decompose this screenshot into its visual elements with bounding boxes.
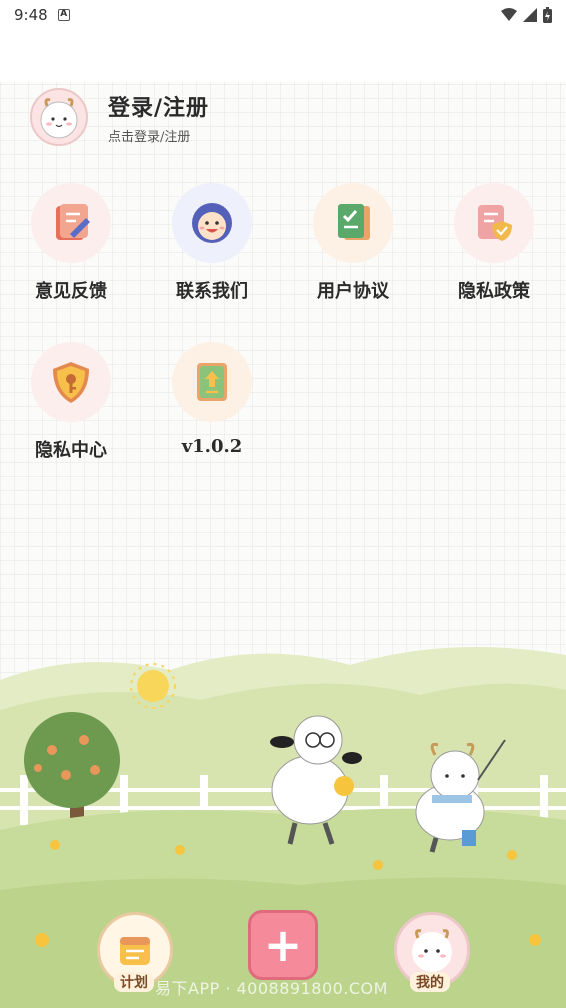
sheep-avatar-icon [40,98,78,139]
menu-label: 隐私政策 [458,281,530,302]
sheep-face-icon [412,929,452,972]
add-button[interactable]: + [248,910,318,980]
menu-item-agreement[interactable]: 用户协议 [298,183,408,303]
menu-label: 用户协议 [317,281,389,302]
watermark: 易下APP · 4008891800.COM [155,979,388,998]
menu-label: 联系我们 [176,281,248,302]
status-time: 9:48 [14,6,48,24]
plan-tab-label: 计划 [114,972,154,992]
menu-item-contact[interactable]: 联系我们 [157,183,267,303]
version-label: v1.0.2 [181,436,243,457]
login-profile[interactable]: 登录/注册 点击登录/注册 [30,88,209,146]
feedback-icon [31,183,111,263]
menu-item-privacy-policy[interactable]: 隐私政策 [439,183,549,303]
menu-item-feedback[interactable]: 意见反馈 [16,183,126,303]
menu-label: 意见反馈 [35,281,107,302]
version-icon [172,342,252,422]
agreement-icon [313,183,393,263]
a-icon: A [57,9,70,21]
privacy-center-icon [31,342,111,422]
calendar-icon [120,937,150,965]
status-bar: 9:48 A [0,0,566,30]
menu-item-version[interactable]: v1.0.2 [157,342,267,457]
status-icons [501,7,552,23]
menu-item-privacy-center[interactable]: 隐私中心 [16,342,126,462]
login-title[interactable]: 登录/注册 [108,90,209,122]
wifi-icon [501,8,517,21]
mine-tab-label: 我的 [410,972,450,992]
battery-icon [543,7,552,23]
header-spacer [0,30,566,82]
avatar[interactable] [30,88,88,146]
signal-icon [523,8,537,22]
contact-icon [172,183,252,263]
privacy-policy-icon [454,183,534,263]
menu-label: 隐私中心 [35,440,107,461]
login-subtitle: 点击登录/注册 [108,129,191,145]
plus-icon: + [263,918,303,972]
